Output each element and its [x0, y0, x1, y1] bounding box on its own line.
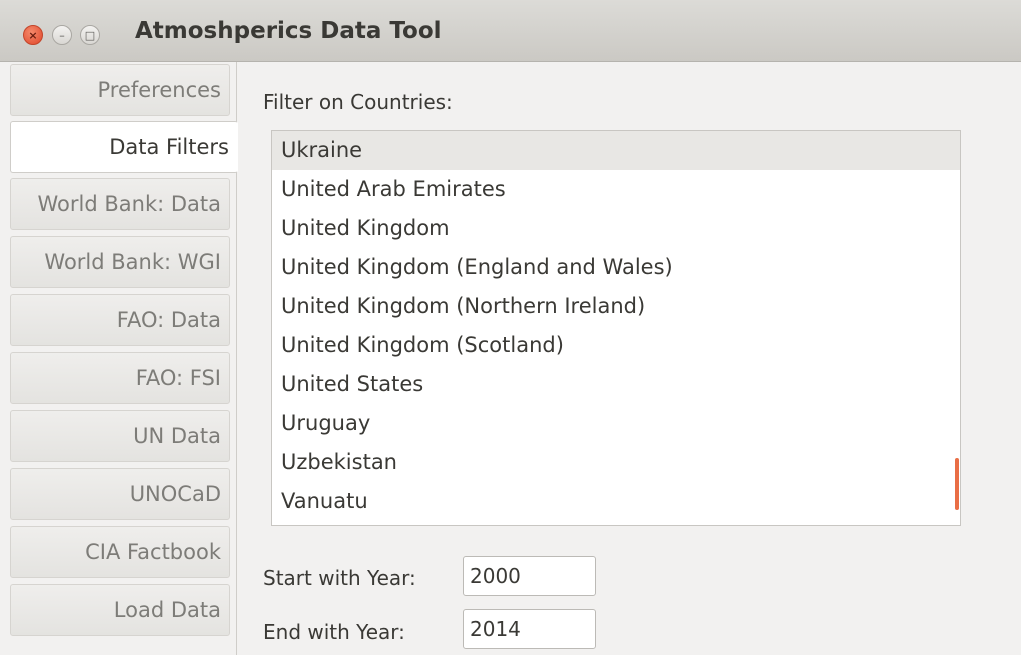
- list-item[interactable]: United Kingdom (Scotland): [272, 326, 960, 365]
- tab-un-data[interactable]: UN Data: [10, 410, 230, 462]
- list-item[interactable]: United Kingdom: [272, 209, 960, 248]
- minimize-icon[interactable]: –: [52, 25, 72, 45]
- start-year-input[interactable]: [463, 556, 596, 596]
- tab-cia-factbook[interactable]: CIA Factbook: [10, 526, 230, 578]
- maximize-icon[interactable]: □: [80, 25, 100, 45]
- tab-data-filters[interactable]: Data Filters: [10, 121, 238, 173]
- tab-fao-data[interactable]: FAO: Data: [10, 294, 230, 346]
- tab-world-bank-wgi[interactable]: World Bank: WGI: [10, 236, 230, 288]
- end-year-label: End with Year:: [263, 620, 405, 644]
- title-bar: × – □ Atmoshperics Data Tool: [0, 0, 1021, 62]
- list-item[interactable]: Vanuatu: [272, 482, 960, 521]
- list-item[interactable]: Ukraine: [272, 131, 960, 170]
- start-year-label: Start with Year:: [263, 566, 416, 590]
- end-year-input[interactable]: [463, 609, 596, 649]
- list-scrollbar[interactable]: [955, 458, 959, 510]
- countries-filter-label: Filter on Countries:: [263, 90, 453, 114]
- list-item[interactable]: United Kingdom (England and Wales): [272, 248, 960, 287]
- window-title: Atmoshperics Data Tool: [135, 18, 442, 44]
- countries-listbox[interactable]: Ukraine United Arab Emirates United King…: [271, 130, 961, 526]
- list-item[interactable]: Uzbekistan: [272, 443, 960, 482]
- list-item[interactable]: United Arab Emirates: [272, 170, 960, 209]
- tab-preferences[interactable]: Preferences: [10, 64, 230, 116]
- list-item[interactable]: United Kingdom (Northern Ireland): [272, 287, 960, 326]
- tab-world-bank-data[interactable]: World Bank: Data: [10, 178, 230, 230]
- list-item[interactable]: Uruguay: [272, 404, 960, 443]
- tab-load-data[interactable]: Load Data: [10, 584, 230, 636]
- tab-fao-fsi[interactable]: FAO: FSI: [10, 352, 230, 404]
- close-icon[interactable]: ×: [23, 25, 43, 45]
- list-item[interactable]: United States: [272, 365, 960, 404]
- tab-unocad[interactable]: UNOCaD: [10, 468, 230, 520]
